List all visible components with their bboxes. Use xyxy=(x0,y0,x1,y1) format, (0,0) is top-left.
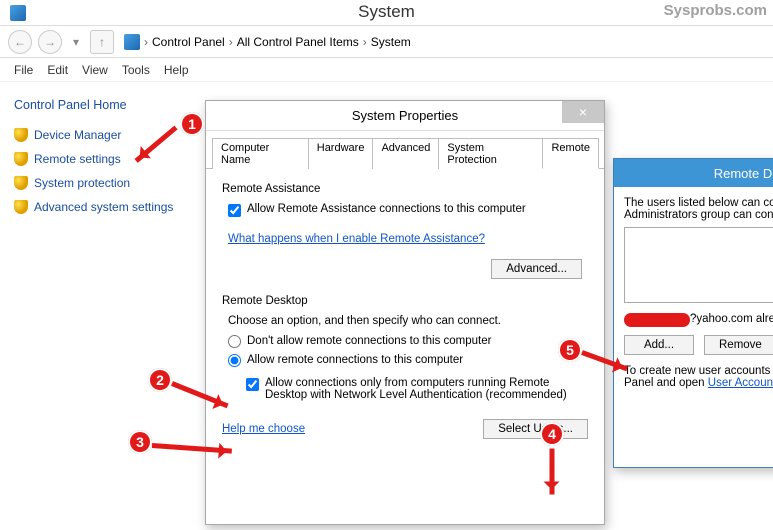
what-happens-link[interactable]: What happens when I enable Remote Assist… xyxy=(228,233,485,245)
shield-icon xyxy=(14,152,28,166)
allow-remote-assistance-checkbox[interactable]: Allow Remote Assistance connections to t… xyxy=(228,203,588,217)
advanced-button[interactable]: Advanced... xyxy=(491,259,582,279)
forward-button[interactable]: → xyxy=(38,30,62,54)
sidebar-link-remote-settings[interactable]: Remote settings xyxy=(14,152,184,166)
create-accounts-text: To create new user accounts or ad Panel … xyxy=(624,365,773,389)
tab-advanced[interactable]: Advanced xyxy=(372,138,439,169)
users-listbox[interactable] xyxy=(624,227,773,303)
system-properties-dialog: System Properties × Computer Name Hardwa… xyxy=(205,100,605,525)
sidebar-link-advanced-system-settings[interactable]: Advanced system settings xyxy=(14,200,184,214)
sidebar-link-system-protection[interactable]: System protection xyxy=(14,176,184,190)
menu-view[interactable]: View xyxy=(82,63,108,77)
shield-icon xyxy=(14,176,28,190)
tab-system-protection[interactable]: System Protection xyxy=(438,138,543,169)
annotation-3: 3 xyxy=(128,430,152,454)
menu-help[interactable]: Help xyxy=(164,63,189,77)
shield-icon xyxy=(14,200,28,214)
annotation-number: 3 xyxy=(128,430,152,454)
breadcrumb: › Control Panel › All Control Panel Item… xyxy=(124,34,411,50)
select-users-button[interactable]: Select Users... xyxy=(483,419,588,439)
crumb-system[interactable]: System xyxy=(371,35,411,49)
remove-button[interactable]: Remove xyxy=(704,335,773,355)
users-intro-text: The users listed below can connect the A… xyxy=(624,197,773,221)
remote-assistance-group: Remote Assistance xyxy=(222,183,588,195)
menubar: File Edit View Tools Help xyxy=(0,58,773,82)
up-button[interactable]: ↑ xyxy=(90,30,114,54)
crumb-all-items[interactable]: All Control Panel Items xyxy=(237,35,359,49)
history-dropdown[interactable]: ▾ xyxy=(68,30,84,54)
sidebar: Control Panel Home Device Manager Remote… xyxy=(0,84,190,224)
redaction-blob xyxy=(624,313,690,327)
masked-user-text: ?yahoo.com already h xyxy=(690,313,773,325)
chevron-right-icon: › xyxy=(363,35,367,49)
close-button[interactable]: × xyxy=(562,101,604,123)
remote-desktop-group: Remote Desktop xyxy=(222,295,588,307)
remote-desktop-users-dialog: Remote D The users listed below can conn… xyxy=(613,158,773,468)
checkbox-label: Allow Remote Assistance connections to t… xyxy=(247,203,526,215)
window-title: System xyxy=(358,2,415,22)
remote-desktop-intro: Choose an option, and then specify who c… xyxy=(228,315,588,327)
dialog-body: Remote Assistance Allow Remote Assistanc… xyxy=(206,169,604,449)
add-button[interactable]: Add... xyxy=(624,335,694,355)
watermark: Sysprobs.com xyxy=(664,2,767,19)
checkbox-label: Allow connections only from computers ru… xyxy=(265,377,588,401)
tab-computer-name[interactable]: Computer Name xyxy=(212,138,309,169)
tab-strip: Computer Name Hardware Advanced System P… xyxy=(206,131,604,169)
user-accounts-link[interactable]: User Accounts xyxy=(708,377,773,389)
menu-tools[interactable]: Tools xyxy=(122,63,150,77)
annotation-number: 2 xyxy=(148,368,172,392)
back-button[interactable]: ← xyxy=(8,30,32,54)
annotation-2: 2 xyxy=(148,368,172,392)
control-panel-home-link[interactable]: Control Panel Home xyxy=(14,98,184,112)
nla-input[interactable] xyxy=(246,378,259,391)
crumb-control-panel[interactable]: Control Panel xyxy=(152,35,225,49)
radio-label: Allow remote connections to this compute… xyxy=(247,354,463,366)
link-label: Advanced system settings xyxy=(34,200,173,214)
menu-edit[interactable]: Edit xyxy=(47,63,68,77)
dialog-title-text: System Properties xyxy=(352,108,458,123)
link-label: System protection xyxy=(34,176,130,190)
dont-allow-remote-radio[interactable]: Don't allow remote connections to this c… xyxy=(228,335,588,348)
tab-hardware[interactable]: Hardware xyxy=(308,138,374,169)
link-label: Device Manager xyxy=(34,128,121,142)
dialog-title: System Properties × xyxy=(206,101,604,131)
system-icon xyxy=(10,5,26,21)
chevron-right-icon: › xyxy=(144,35,148,49)
help-me-choose-link[interactable]: Help me choose xyxy=(222,423,305,435)
control-panel-icon xyxy=(124,34,140,50)
radio-label: Don't allow remote connections to this c… xyxy=(247,335,491,347)
dialog2-body: The users listed below can connect the A… xyxy=(614,187,773,399)
allow-remote-radio[interactable]: Allow remote connections to this compute… xyxy=(228,354,588,367)
allow-remote-assistance-input[interactable] xyxy=(228,204,241,217)
nla-checkbox[interactable]: Allow connections only from computers ru… xyxy=(246,377,588,401)
address-bar: ← → ▾ ↑ › Control Panel › All Control Pa… xyxy=(0,26,773,58)
dont-allow-remote-input[interactable] xyxy=(228,335,241,348)
link-label: Remote settings xyxy=(34,152,121,166)
create-line2: Panel and open xyxy=(624,377,708,389)
allow-remote-input[interactable] xyxy=(228,354,241,367)
shield-icon xyxy=(14,128,28,142)
menu-file[interactable]: File xyxy=(14,63,33,77)
create-line1: To create new user accounts or ad xyxy=(624,365,773,377)
sidebar-link-device-manager[interactable]: Device Manager xyxy=(14,128,184,142)
chevron-right-icon: › xyxy=(229,35,233,49)
window-titlebar: System Sysprobs.com xyxy=(0,0,773,26)
tab-remote[interactable]: Remote xyxy=(542,138,599,169)
dialog2-title: Remote D xyxy=(614,159,773,187)
